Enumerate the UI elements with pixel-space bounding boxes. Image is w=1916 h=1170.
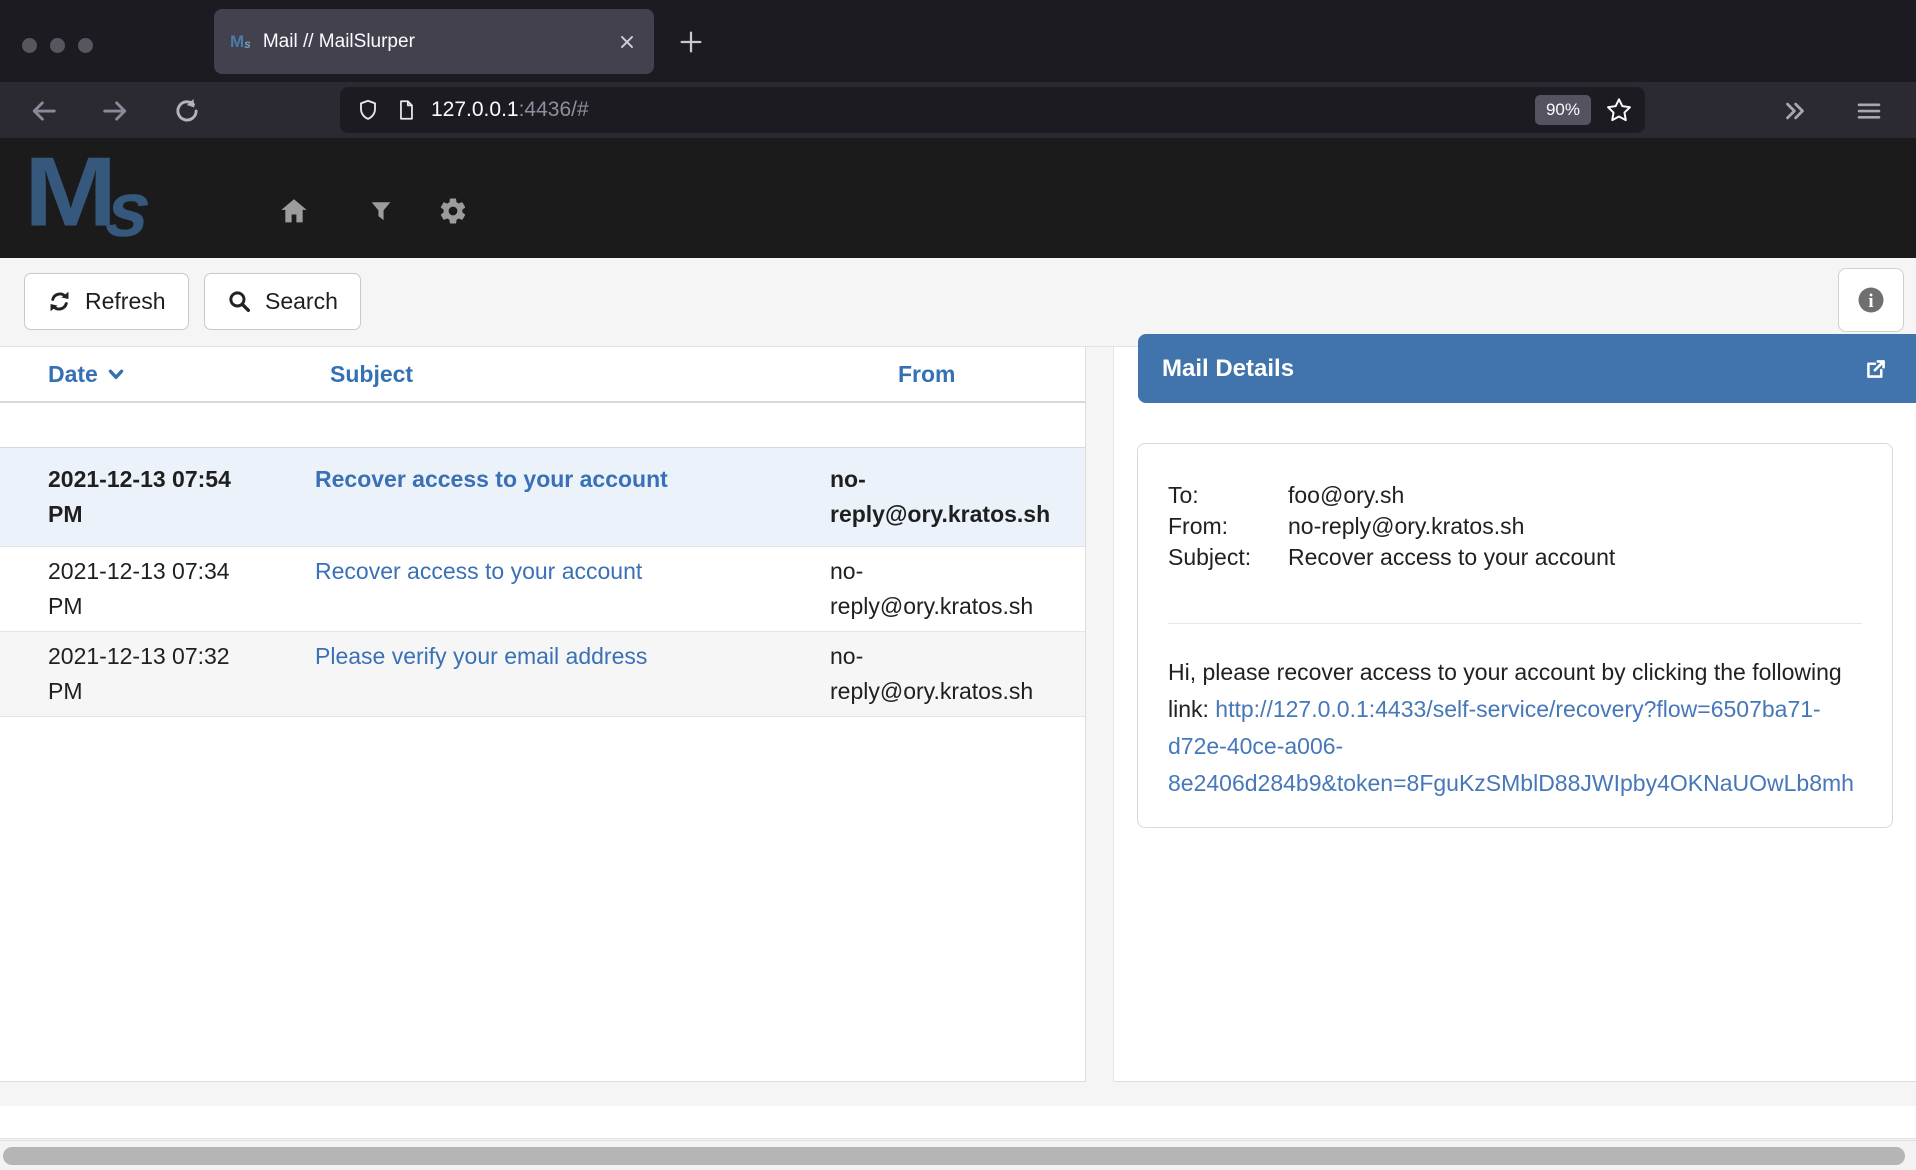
mail-date: 2021-12-13 07:54 PM	[48, 462, 315, 532]
mail-from: no-reply@ory.kratos.sh	[830, 639, 1065, 709]
browser-nav-bar: 127.0.0.1:4436/# 90%	[0, 82, 1916, 138]
screen: M s Mail // MailSlurper	[0, 0, 1916, 1170]
column-header-subject[interactable]: Subject	[315, 361, 830, 388]
mailslurper-logo[interactable]: M s	[24, 140, 151, 244]
subject-label: Subject:	[1168, 542, 1288, 573]
main-content: Date Subject From 2021-12-13 07:54 PM Re…	[0, 347, 1916, 1170]
mail-subject-link[interactable]: Please verify your email address	[315, 643, 647, 669]
mail-details-card: To: foo@ory.sh From: no-reply@ory.kratos…	[1137, 443, 1893, 828]
mail-from: no-reply@ory.kratos.sh	[830, 554, 1065, 624]
window-minimize-button[interactable]	[50, 38, 65, 53]
mail-list-header: Date Subject From	[0, 347, 1085, 403]
app-header: M s	[0, 138, 1916, 258]
favicon-m: M	[230, 33, 244, 50]
window-close-button[interactable]	[22, 38, 37, 53]
mail-row[interactable]: 2021-12-13 07:32 PM Please verify your e…	[0, 632, 1085, 717]
mail-subject-link[interactable]: Recover access to your account	[315, 466, 668, 492]
refresh-button[interactable]: Refresh	[24, 273, 189, 330]
from-value: no-reply@ory.kratos.sh	[1288, 511, 1862, 542]
to-value: foo@ory.sh	[1288, 480, 1862, 511]
to-label: To:	[1168, 480, 1288, 511]
external-link-icon[interactable]	[1862, 355, 1890, 383]
subject-value: Recover access to your account	[1288, 542, 1862, 573]
mailslurper-favicon: M s	[230, 33, 251, 50]
mail-details-title: Mail Details	[1162, 355, 1862, 383]
settings-gear-icon[interactable]	[436, 194, 470, 228]
back-icon[interactable]	[26, 94, 60, 128]
window-controls	[22, 38, 93, 53]
footer-band	[0, 1106, 1916, 1139]
tab-close-icon[interactable]	[616, 31, 638, 53]
svg-text:i: i	[1868, 291, 1873, 312]
mail-body: Hi, please recover access to your accoun…	[1168, 654, 1862, 802]
sort-chevron-down-icon	[106, 364, 126, 384]
mail-subject: Please verify your email address	[315, 639, 830, 709]
logo-s: s	[104, 174, 155, 244]
shield-icon[interactable]	[356, 98, 380, 122]
url-host: 127.0.0.1	[431, 98, 519, 121]
date-header-label: Date	[48, 361, 98, 388]
mail-date: 2021-12-13 07:32 PM	[48, 639, 315, 709]
mail-meta: To: foo@ory.sh From: no-reply@ory.kratos…	[1168, 480, 1862, 573]
refresh-icon	[47, 289, 72, 314]
reload-icon[interactable]	[170, 94, 204, 128]
mail-row-selected[interactable]: 2021-12-13 07:54 PM Recover access to yo…	[0, 448, 1085, 547]
mail-details-header: Mail Details	[1138, 334, 1916, 403]
mail-subject-link[interactable]: Recover access to your account	[315, 558, 642, 584]
mail-row[interactable]: 2021-12-13 07:34 PM Recover access to yo…	[0, 547, 1085, 632]
page-info-icon[interactable]	[395, 98, 417, 122]
mail-date: 2021-12-13 07:34 PM	[48, 554, 315, 624]
mail-subject: Recover access to your account	[315, 462, 830, 532]
horizontal-scrollbar[interactable]	[0, 1140, 1916, 1170]
menu-hamburger-icon[interactable]	[1852, 94, 1886, 128]
mail-rows: 2021-12-13 07:54 PM Recover access to yo…	[0, 447, 1085, 717]
browser-tab[interactable]: M s Mail // MailSlurper	[214, 9, 654, 74]
search-icon	[227, 289, 252, 314]
filter-icon[interactable]	[364, 194, 398, 228]
column-header-date[interactable]: Date	[48, 361, 315, 388]
window-maximize-button[interactable]	[78, 38, 93, 53]
tab-title: Mail // MailSlurper	[263, 31, 616, 53]
bookmark-star-icon[interactable]	[1605, 96, 1633, 124]
zoom-level-badge[interactable]: 90%	[1535, 95, 1591, 125]
favicon-s: s	[244, 38, 251, 50]
mail-from: no-reply@ory.kratos.sh	[830, 462, 1065, 532]
forward-icon[interactable]	[99, 94, 133, 128]
refresh-label: Refresh	[85, 288, 166, 315]
mail-list-panel: Date Subject From 2021-12-13 07:54 PM Re…	[0, 347, 1086, 1082]
info-icon: i	[1856, 285, 1886, 315]
mail-subject: Recover access to your account	[315, 554, 830, 624]
details-divider	[1168, 623, 1862, 624]
info-button[interactable]: i	[1838, 268, 1904, 332]
new-tab-button[interactable]	[676, 27, 706, 57]
search-label: Search	[265, 288, 338, 315]
recovery-link[interactable]: http://127.0.0.1:4433/self-service/recov…	[1168, 696, 1854, 796]
logo-m: M	[24, 146, 111, 238]
home-icon[interactable]	[277, 194, 311, 228]
from-label: From:	[1168, 511, 1288, 542]
url-path: :4436/#	[519, 98, 589, 121]
browser-tab-bar: M s Mail // MailSlurper	[0, 0, 1916, 82]
overflow-chevrons-icon[interactable]	[1778, 94, 1812, 128]
scrollbar-thumb[interactable]	[3, 1147, 1905, 1165]
column-header-from[interactable]: From	[830, 361, 1065, 388]
url-bar[interactable]: 127.0.0.1:4436/# 90%	[340, 87, 1645, 133]
search-button[interactable]: Search	[204, 273, 361, 330]
url-text[interactable]: 127.0.0.1:4436/#	[431, 98, 589, 122]
